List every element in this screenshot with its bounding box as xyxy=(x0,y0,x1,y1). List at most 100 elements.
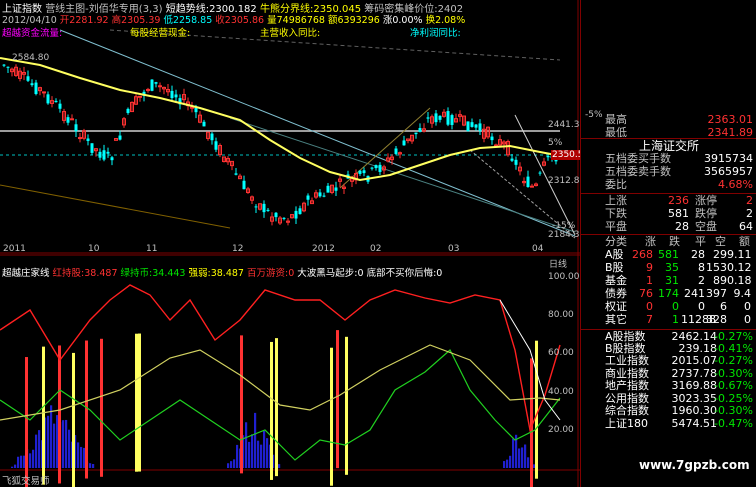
ratio-row: 委比 4.68% xyxy=(581,178,756,192)
trend-line xyxy=(514,114,576,236)
stats-row: 平盘 28 空盘 64 xyxy=(581,220,756,234)
scale-label: 80.00 xyxy=(548,310,574,320)
candle-body xyxy=(530,185,534,188)
price-tick-2184: 2184.3 xyxy=(548,230,580,240)
strength-value: 强弱:38.487 xyxy=(188,268,244,279)
red-hold-value: 红持股:38.487 xyxy=(52,268,118,279)
signal-spike xyxy=(25,357,28,487)
stat-label: 上涨 xyxy=(605,194,627,207)
scale-label: 40.00 xyxy=(548,387,574,397)
revenue-yoy-label: 主营收入同比: xyxy=(260,28,321,39)
ohlc-bar: 2012/04/10 开2281.92 高2305.39 低2258.85 收2… xyxy=(2,12,465,26)
category-flat: 0 xyxy=(698,300,705,313)
stats-row: 下跌 581 跌停 2 xyxy=(581,207,756,221)
x-axis-label: 04 xyxy=(532,244,544,254)
category-amt: 0.18 xyxy=(727,274,752,287)
category-empty: 6 xyxy=(720,300,727,313)
volume-bar xyxy=(17,456,20,468)
category-name: 债券 xyxy=(605,287,627,300)
volume-bar xyxy=(233,459,236,468)
stat-value: 2 xyxy=(746,207,753,220)
volume-bar xyxy=(56,415,59,468)
category-name: 其它 xyxy=(605,313,627,326)
highest-row: 最高 2363.01 xyxy=(581,113,756,127)
candle-body xyxy=(514,159,518,165)
x-axis-label: 03 xyxy=(448,244,460,254)
signal-spike xyxy=(270,341,273,480)
fund-flow-label: 超越资金流量: xyxy=(2,28,63,39)
highest-label: 最高 xyxy=(605,113,627,126)
candle-body xyxy=(490,136,494,141)
volume-bar xyxy=(14,464,17,468)
indicator-chart[interactable] xyxy=(0,284,561,487)
stat-label: 涨停 xyxy=(695,194,717,207)
category-up: 9 xyxy=(646,261,653,274)
period-label[interactable]: 日线 xyxy=(549,257,567,270)
profit-yoy-label: 净利润同比: xyxy=(410,28,461,39)
x-axis-label: 2012 xyxy=(312,244,335,254)
candle-body xyxy=(26,76,30,81)
volume-bar xyxy=(53,423,56,468)
candle-body xyxy=(266,209,270,211)
highest-value: 2363.01 xyxy=(707,113,754,126)
candle-body xyxy=(418,128,422,132)
category-empty: 89 xyxy=(713,274,727,287)
volume-bar xyxy=(236,444,239,468)
category-empty: 397 xyxy=(706,287,727,300)
volume-bar xyxy=(32,449,35,468)
candle-body xyxy=(126,108,130,113)
category-amt: 0 xyxy=(744,313,751,326)
candle-body xyxy=(470,122,474,127)
market-table-row: 权证 0 0 0 6 0 xyxy=(581,300,756,314)
category-up: 268 xyxy=(632,248,653,261)
candle-body xyxy=(374,165,378,169)
volume-bar xyxy=(257,440,260,468)
index-change: -0.47% xyxy=(714,416,753,430)
candle-body xyxy=(474,124,478,128)
volume-bar xyxy=(11,466,14,468)
volume-bar xyxy=(68,429,71,468)
buy5-label: 五档委买手数 xyxy=(605,152,671,165)
candle-body xyxy=(254,206,258,208)
trend-line xyxy=(59,29,576,237)
col-category: 分类 xyxy=(605,235,627,248)
signal-spike xyxy=(100,338,103,477)
stat-value: 2 xyxy=(746,194,753,207)
category-name: A股 xyxy=(605,248,624,261)
volume-bar xyxy=(518,448,521,468)
stat-label: 空盘 xyxy=(695,220,717,233)
indicator-header: 超越庄家线 红持股:38.487 绿持币:34.443 强弱:38.487 百万… xyxy=(2,265,442,279)
category-flat: 2 xyxy=(698,274,705,287)
candle-body xyxy=(102,150,106,160)
signal-spike xyxy=(275,338,278,477)
volume-bar xyxy=(245,422,248,468)
main-chart-area[interactable] xyxy=(0,0,580,487)
price-tick-2441: 2441.3 xyxy=(548,120,580,130)
stat-label: 下跌 xyxy=(605,207,627,220)
volume-bar xyxy=(521,447,524,468)
volume-bar xyxy=(251,434,254,468)
signal-spike xyxy=(58,345,61,484)
stat-label: 跌停 xyxy=(695,207,717,220)
scale-label: 60.00 xyxy=(548,348,574,358)
index-value: 5474.51 xyxy=(671,416,718,430)
candle-body xyxy=(322,195,326,197)
exchange-name: 上海证交所 xyxy=(638,139,699,153)
exchange-row: 上海证交所 xyxy=(581,138,756,153)
stats-row: 上涨 236 涨停 2 xyxy=(581,193,756,208)
candle-body xyxy=(242,180,246,190)
index-row[interactable]: 上证180 5474.51 -0.47% xyxy=(581,417,756,431)
volume-bar xyxy=(89,463,92,468)
volume-bar xyxy=(65,419,68,468)
candle-body xyxy=(70,118,74,121)
candle-body xyxy=(546,155,550,158)
candle-body xyxy=(370,167,374,169)
x-axis-label: 12 xyxy=(232,244,244,254)
x-axis-label: 10 xyxy=(88,244,100,254)
candle-body xyxy=(106,151,110,154)
volume-bar xyxy=(29,453,32,468)
candle-body xyxy=(262,203,266,213)
green-hold-value: 绿持币:34.443 xyxy=(120,268,186,279)
candle-body xyxy=(42,91,46,94)
category-up: 0 xyxy=(646,300,653,313)
